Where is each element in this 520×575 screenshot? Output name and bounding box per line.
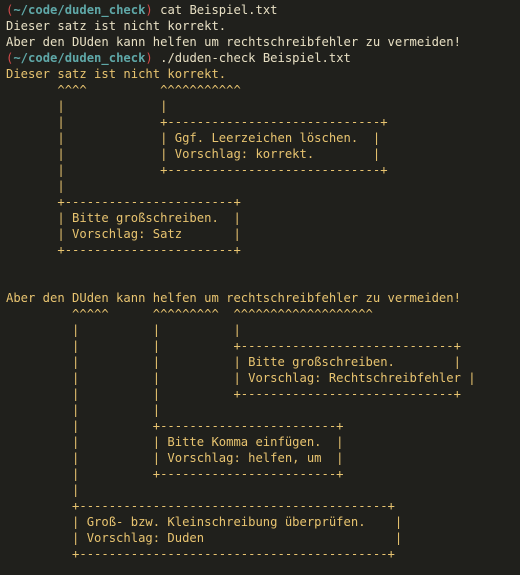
checker-output-line: | | Vorschlag: korrekt. | <box>6 147 381 161</box>
cat-output-line: Dieser satz ist nicht korrekt. <box>6 19 227 33</box>
checker-output-line: +-----------------------+ <box>6 243 241 257</box>
checker-output-line: | | | Vorschlag: Rechtschreibfehler | <box>6 371 476 385</box>
checker-output-line: | Vorschlag: Duden | <box>6 531 403 545</box>
prompt-line-cat: (~/code/duden_check) cat Beispiel.txt <box>6 2 520 18</box>
checker-output-line: | +------------------------+ <box>6 467 344 481</box>
checker-output-line: | | Vorschlag: helfen, um | <box>6 451 344 465</box>
prompt-close-paren: ) <box>145 51 153 65</box>
command-cat: cat Beispiel.txt <box>160 3 278 17</box>
checker-output-line: | | Bitte Komma einfügen. | <box>6 435 344 449</box>
checker-output-line: | +------------------------+ <box>6 419 344 433</box>
checker-output-line: Aber den DUden kann helfen um rechtschre… <box>6 291 461 305</box>
checker-output-line: | | | Bitte großschreiben. | <box>6 355 461 369</box>
checker-output-line: | | <box>6 99 168 113</box>
checker-output-line <box>6 274 520 290</box>
checker-output-line: Dieser satz ist nicht korrekt. <box>6 67 227 81</box>
checker-output-line: | | <box>6 403 161 417</box>
checker-output-line: | +-----------------------------+ <box>6 163 388 177</box>
checker-output-line: +-----------------------+ <box>6 195 241 209</box>
prompt-path: ~/code/duden_check <box>13 51 146 65</box>
checker-output-line: | <box>6 179 65 193</box>
checker-output-line: | | +-----------------------------+ <box>6 387 461 401</box>
command-check: ./duden-check Beispiel.txt <box>160 51 351 65</box>
checker-output-line: | <box>6 483 80 497</box>
checker-output-line: | | Ggf. Leerzeichen löschen. | <box>6 131 381 145</box>
checker-output-line: | Vorschlag: Satz | <box>6 227 241 241</box>
checker-output-line: | Bitte großschreiben. | <box>6 211 241 225</box>
prompt-path: ~/code/duden_check <box>13 3 146 17</box>
checker-output-line: | | +-----------------------------+ <box>6 339 461 353</box>
checker-output-line: | | | <box>6 323 241 337</box>
prompt-line-check: (~/code/duden_check) ./duden-check Beisp… <box>6 50 520 66</box>
checker-output-line: ^^^^ ^^^^^^^^^^^ <box>6 83 241 97</box>
checker-output-line: +---------------------------------------… <box>6 499 395 513</box>
checker-output: Dieser satz ist nicht korrekt. ^^^^ ^^^^… <box>6 66 520 562</box>
checker-output-line: | Groß- bzw. Kleinschreibung überprüfen.… <box>6 515 403 529</box>
checker-output-line: +---------------------------------------… <box>6 547 395 561</box>
terminal-window[interactable]: (~/code/duden_check) cat Beispiel.txt Di… <box>0 0 520 575</box>
cat-output-line: Aber den DUden kann helfen um rechtschre… <box>6 35 461 49</box>
checker-output-line: ^^^^^ ^^^^^^^^^ ^^^^^^^^^^^^^^^^^^^ <box>6 307 373 321</box>
checker-output-line <box>6 258 520 274</box>
checker-output-line: | +-----------------------------+ <box>6 115 388 129</box>
prompt-close-paren: ) <box>145 3 153 17</box>
